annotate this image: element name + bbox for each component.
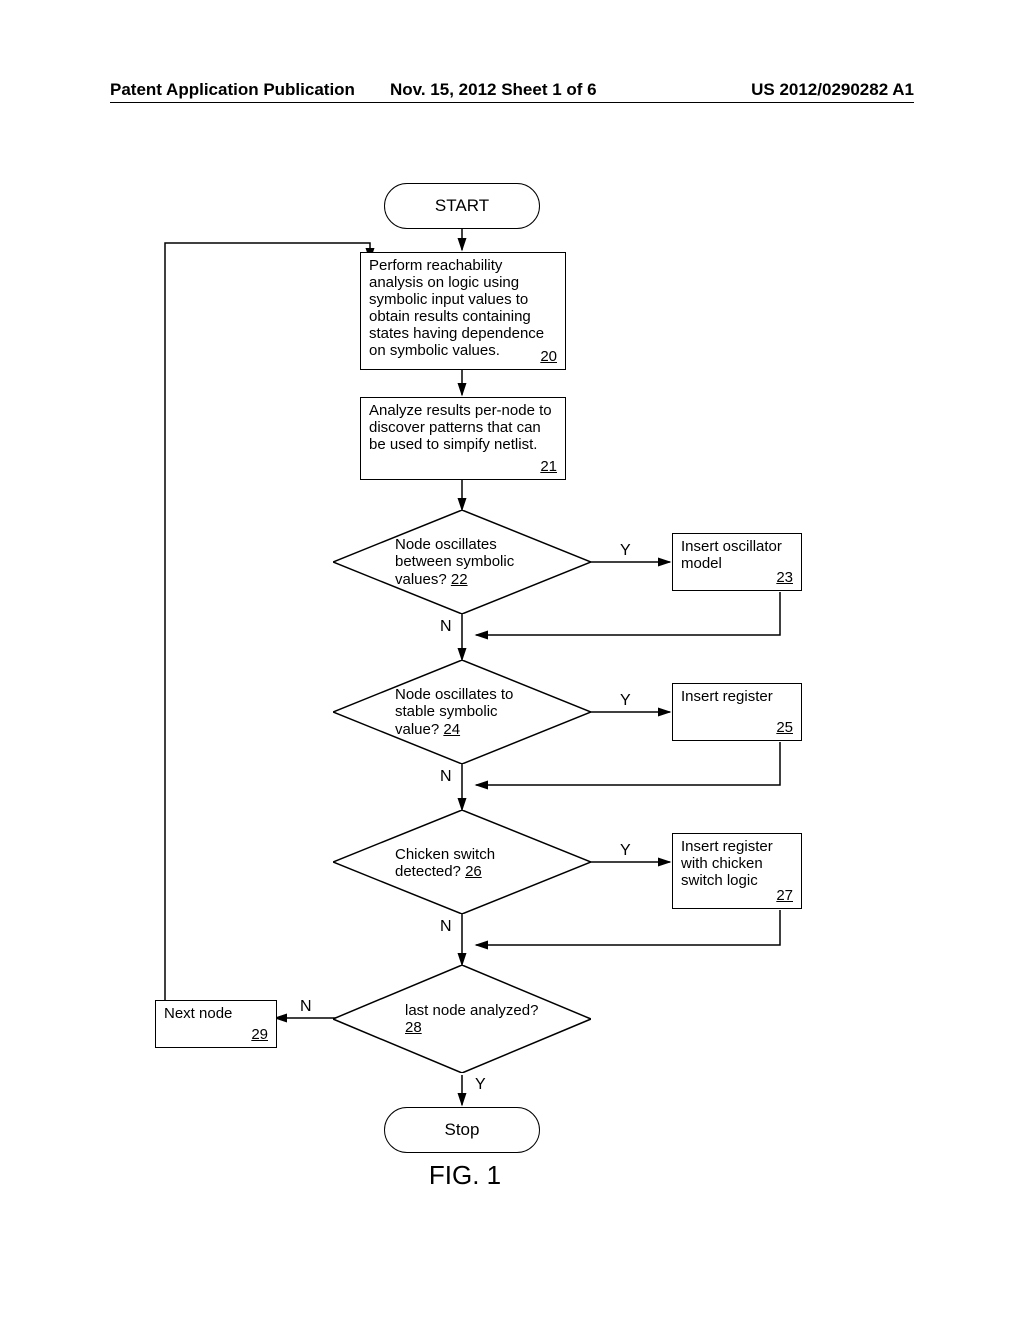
- box25-text: Insert register: [681, 688, 773, 705]
- process-box-29: Next node 29: [155, 1000, 277, 1048]
- d28-ref: 28: [405, 1019, 422, 1036]
- d28-text: last node analyzed?: [405, 1002, 538, 1019]
- start-label: START: [435, 196, 489, 216]
- figure-label: FIG. 1: [420, 1160, 510, 1191]
- box20-text: Perform reachability analysis on logic u…: [369, 257, 544, 359]
- d26-ref: 26: [465, 863, 482, 880]
- decision-24: Node oscillates to stable symbolic value…: [333, 660, 591, 764]
- box23-text: Insert oscillator model: [681, 538, 782, 572]
- d22-n-label: N: [440, 618, 452, 636]
- box27-text: Insert register with chicken switch logi…: [681, 838, 773, 889]
- box25-ref: 25: [776, 719, 793, 736]
- box23-ref: 23: [776, 569, 793, 586]
- box20-ref: 20: [540, 348, 557, 365]
- box29-ref: 29: [251, 1026, 268, 1043]
- d22-ref: 22: [451, 571, 468, 588]
- process-box-23: Insert oscillator model 23: [672, 533, 802, 591]
- d24-y-label: Y: [620, 692, 631, 710]
- d26-y-label: Y: [620, 842, 631, 860]
- box29-text: Next node: [164, 1005, 232, 1022]
- process-box-25: Insert register 25: [672, 683, 802, 741]
- decision-28: last node analyzed? 28: [333, 965, 591, 1073]
- d26-n-label: N: [440, 918, 452, 936]
- decision-22: Node oscillates between symbolic values?…: [333, 510, 591, 614]
- process-box-21: Analyze results per-node to discover pat…: [360, 397, 566, 480]
- d24-ref: 24: [443, 721, 460, 738]
- stop-label: Stop: [445, 1120, 480, 1140]
- box21-ref: 21: [540, 458, 557, 475]
- box27-ref: 27: [776, 887, 793, 904]
- process-box-27: Insert register with chicken switch logi…: [672, 833, 802, 909]
- box21-text: Analyze results per-node to discover pat…: [369, 402, 552, 453]
- process-box-20: Perform reachability analysis on logic u…: [360, 252, 566, 370]
- d24-n-label: N: [440, 768, 452, 786]
- start-terminal: START: [384, 183, 540, 229]
- stop-terminal: Stop: [384, 1107, 540, 1153]
- d28-y-label: Y: [475, 1076, 486, 1094]
- d22-y-label: Y: [620, 542, 631, 560]
- decision-26: Chicken switch detected? 26: [333, 810, 591, 914]
- d28-n-label: N: [300, 998, 312, 1016]
